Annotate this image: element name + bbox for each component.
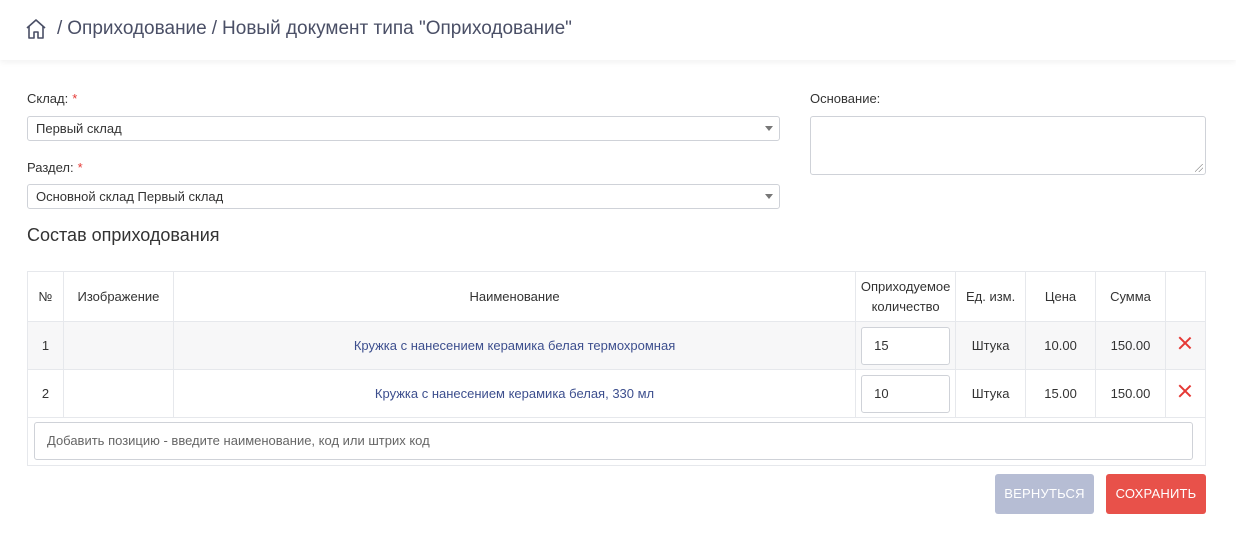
row-sum: 150.00 [1095, 321, 1166, 370]
quantity-input[interactable]: 15 [861, 326, 951, 365]
section-label: Раздел: * [27, 160, 83, 175]
column-header-quantity: Оприходуемое количество [855, 271, 957, 322]
row-unit: Штука [955, 321, 1027, 370]
delete-icon[interactable] [1178, 336, 1192, 350]
row-number: 2 [27, 369, 64, 418]
row-unit: Штука [955, 369, 1027, 418]
basis-label: Основание: [810, 91, 881, 106]
back-button[interactable]: ВЕРНУТЬСЯ [995, 474, 1094, 514]
warehouse-label-text: Склад: [27, 91, 69, 106]
required-mark: * [72, 91, 78, 106]
column-header-actions [1164, 271, 1207, 322]
required-mark: * [77, 160, 83, 175]
column-header-quantity-line1: Оприходуемое [860, 278, 951, 294]
row-number: 1 [27, 321, 64, 370]
column-header-quantity-line2: количество [871, 298, 940, 314]
chevron-down-icon [765, 126, 773, 131]
section-label-text: Раздел: [27, 160, 74, 175]
breadcrumb: / Оприходование / Новый документ типа "О… [24, 17, 572, 41]
delete-icon[interactable] [1178, 384, 1192, 398]
row-sum: 150.00 [1095, 369, 1166, 418]
row-image [62, 369, 174, 418]
warehouse-label: Склад: * [27, 91, 77, 106]
section-select-value: Основной склад Первый склад [36, 189, 224, 204]
section-select[interactable]: Основной склад Первый склад [27, 184, 780, 209]
composition-title: Состав оприходования [27, 225, 220, 245]
add-position-input[interactable]: Добавить позицию - введите наименование,… [34, 422, 1193, 460]
warehouse-select[interactable]: Первый склад [27, 116, 780, 141]
product-link[interactable]: Кружка с нанесением керамика белая, 330 … [375, 386, 654, 401]
breadcrumb-separator: / [211, 18, 218, 39]
chevron-down-icon [765, 194, 773, 199]
table-row: 1 Кружка с нанесением керамика белая тер… [27, 321, 1207, 370]
page-header: / Оприходование / Новый документ типа "О… [0, 0, 1236, 60]
row-price: 10.00 [1025, 321, 1097, 370]
add-position-row: Добавить позицию - введите наименование,… [27, 416, 1206, 466]
quantity-input[interactable]: 10 [861, 374, 951, 413]
table-header-row: № Изображение Наименование Оприходуемое … [27, 271, 1207, 322]
column-header-image: Изображение [62, 271, 174, 322]
column-header-unit: Ед. изм. [955, 271, 1027, 322]
warehouse-select-value: Первый склад [36, 121, 122, 136]
column-header-sum: Сумма [1095, 271, 1166, 322]
breadcrumb-current: Новый документ типа "Оприходование" [222, 18, 572, 39]
home-icon[interactable] [24, 17, 48, 41]
product-link[interactable]: Кружка с нанесением керамика белая термо… [354, 338, 675, 353]
resize-handle[interactable] [1195, 164, 1203, 172]
breadcrumb-link-receipts[interactable]: Оприходование [67, 18, 206, 40]
row-price: 15.00 [1025, 369, 1097, 418]
row-image [62, 321, 174, 370]
column-header-price: Цена [1025, 271, 1097, 322]
items-table: № Изображение Наименование Оприходуемое … [27, 271, 1207, 418]
basis-textarea[interactable] [810, 116, 1206, 175]
breadcrumb-separator: / [57, 18, 63, 39]
column-header-num: № [27, 271, 64, 322]
column-header-name: Наименование [172, 271, 857, 322]
save-button[interactable]: СОХРАНИТЬ [1106, 474, 1206, 514]
table-row: 2 Кружка с нанесением керамика белая, 33… [27, 369, 1207, 418]
